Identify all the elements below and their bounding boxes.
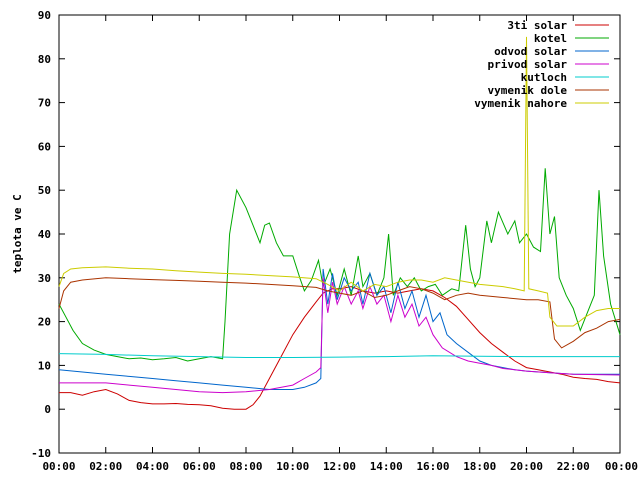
x-tick-label: 12:00 (323, 460, 356, 473)
y-tick-label: 30 (38, 272, 51, 285)
series-line-privod-solar (59, 277, 621, 394)
series-line-kutloch (58, 353, 620, 358)
y-tick-label: 80 (38, 53, 51, 66)
x-tick-label: 08:00 (229, 460, 262, 473)
chart: -10 0 10 20 30 40 50 60 70 80 90 00:00 02:00 04:00 06… (11, 9, 638, 473)
x-tick-label: 14:00 (370, 460, 403, 473)
y-tick-label: 10 (38, 359, 51, 372)
x-tick-label: 10:00 (276, 460, 309, 473)
y-tick-label: 0 (44, 403, 51, 416)
legend-label: vymenik dole (488, 84, 568, 97)
series-line-kotel (58, 168, 621, 362)
y-tick-label: 90 (38, 9, 51, 22)
x-tick-label: 16:00 (416, 460, 449, 473)
x-tick-label: 22:00 (557, 460, 590, 473)
y-tick-label: 40 (38, 228, 51, 241)
x-tick-label: 00:00 (605, 460, 638, 473)
x-tick-label: 02:00 (89, 460, 122, 473)
x-tick-label: 18:00 (463, 460, 496, 473)
x-tick-label: 04:00 (136, 460, 169, 473)
y-tick-label: 20 (38, 316, 51, 329)
series-line-3ti-solar (59, 286, 621, 410)
legend-label: 3ti solar (507, 19, 567, 32)
y-axis-label: teplota ve C (11, 194, 24, 273)
y-tick-label: 50 (38, 184, 51, 197)
x-tick-label: 06:00 (183, 460, 216, 473)
legend: 3ti solarkotelodvod solarprivod solarkut… (474, 19, 609, 110)
legend-label: vymenik nahore (474, 97, 567, 110)
x-tick-label: 00:00 (42, 460, 75, 473)
legend-label: odvod solar (494, 45, 567, 58)
legend-label: kotel (534, 32, 567, 45)
y-tick-label: 70 (38, 97, 51, 110)
legend-label: kutloch (521, 71, 567, 84)
x-tick-label: 20:00 (510, 460, 543, 473)
y-tick-label: -10 (31, 447, 51, 460)
legend-label: privod solar (488, 58, 568, 71)
y-tick-label: 60 (38, 140, 51, 153)
